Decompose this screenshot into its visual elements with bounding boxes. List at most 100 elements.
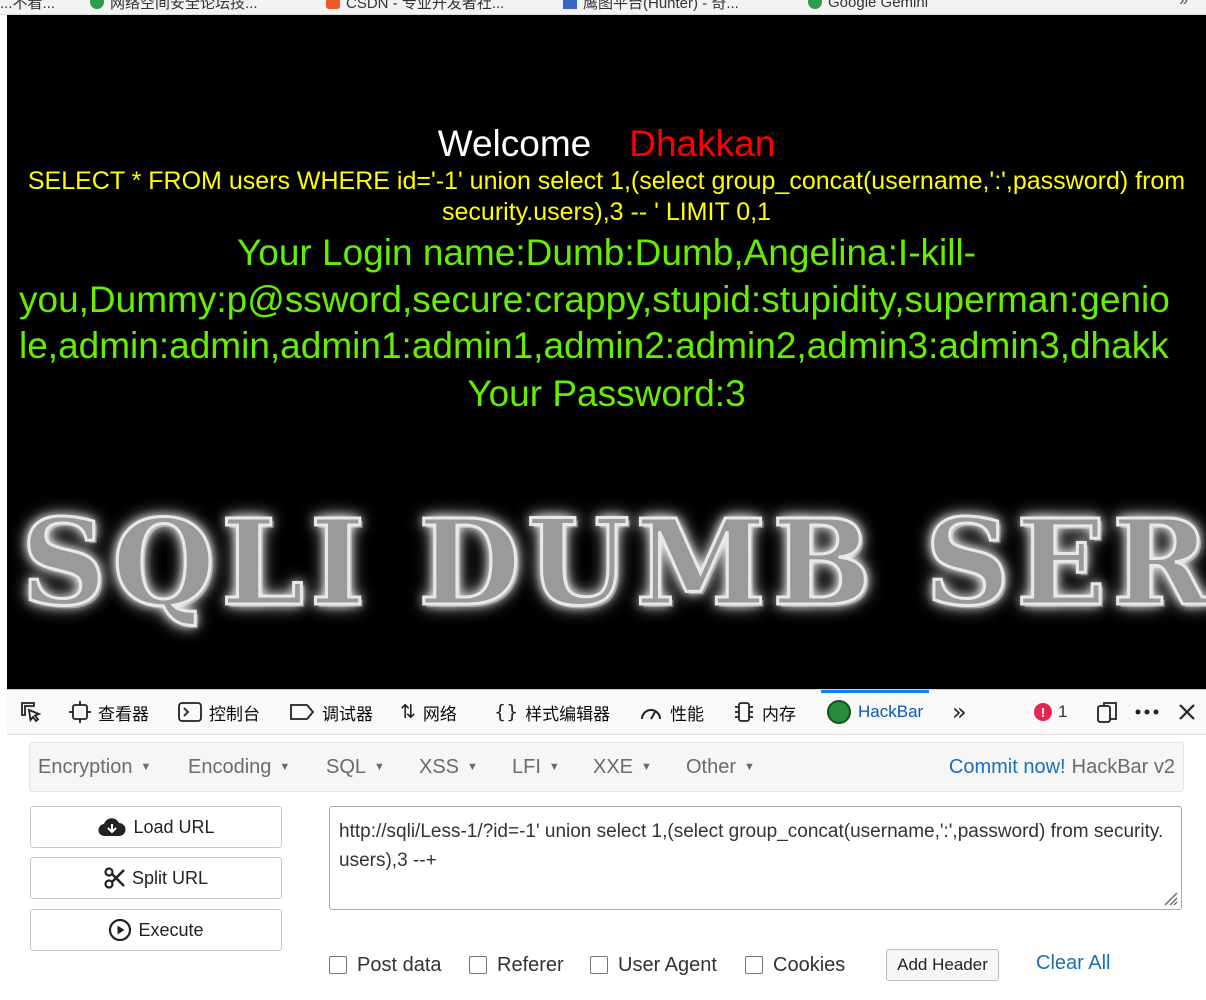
login-name-line: Your Login name:Dumb:Dumb,Angelina:I-kil… [236, 232, 976, 273]
bookmark-item[interactable]: Google Gemini [808, 0, 928, 11]
checkbox-label: User Agent [618, 953, 717, 976]
debugger-icon [290, 704, 315, 720]
commit-banner: Commit now! HackBar v2 [949, 743, 1175, 791]
error-count: 1 [1058, 702, 1068, 721]
url-input[interactable]: http://sqli/Less-1/?id=-1' union select … [329, 806, 1182, 910]
menu-other[interactable]: Other ▼ [686, 743, 755, 791]
bookmark-favicon-icon [808, 0, 822, 9]
referer-checkbox[interactable]: Referer [469, 954, 564, 976]
bookmarks-bar: ...不看... 网络空间安全论坛技... CSDN - 专业开发者社... 鹰… [0, 0, 1206, 15]
bookmark-item[interactable]: 鹰图平台(Hunter) - 奇... [563, 0, 739, 12]
inspector-icon [69, 701, 91, 723]
tab-inspector[interactable]: 查看器 [69, 690, 149, 734]
cloud-download-icon [98, 818, 126, 837]
error-count-badge[interactable]: ! 1 [1034, 690, 1067, 734]
checkbox-label: Referer [497, 953, 564, 976]
button-label: Split URL [131, 867, 209, 888]
clear-all-link[interactable]: Clear All [1036, 952, 1110, 975]
bookmark-label: Google Gemini [828, 0, 929, 11]
button-label: Execute [138, 919, 204, 940]
checkbox-box[interactable] [590, 956, 608, 974]
menu-label: XSS [419, 755, 460, 778]
login-name-line: you,Dummy:p@ssword,secure:crappy,stupid:… [19, 279, 1170, 320]
devtools-panel: 查看器 控制台 调试器 ⇅ 网络 {} 样式编辑器 性能 内存 HackBar [7, 689, 1206, 1000]
hackbar-icon [827, 700, 851, 724]
tab-hackbar[interactable]: HackBar [820, 690, 930, 734]
welcome-user: Dhakkan [629, 123, 776, 164]
bookmark-favicon-icon [90, 0, 104, 9]
tab-label: 查看器 [98, 704, 149, 724]
menu-label: Encoding [188, 755, 272, 778]
element-picker-icon[interactable] [19, 690, 43, 734]
tab-network[interactable]: ⇅ 网络 [400, 690, 457, 734]
menu-encoding[interactable]: Encoding ▼ [188, 743, 290, 791]
close-icon[interactable] [1177, 690, 1197, 734]
caret-down-icon: ▼ [279, 761, 291, 773]
resize-grip-icon[interactable] [1159, 887, 1179, 907]
checkbox-label: Post data [357, 953, 442, 976]
sql-query-line: security.users),3 -- ' LIMIT 0,1 [442, 198, 771, 226]
memory-icon [735, 702, 753, 722]
login-name-line: le,admin:admin,admin1:admin1,admin2:admi… [19, 325, 1169, 366]
more-options-icon[interactable] [1135, 690, 1159, 734]
menu-xss[interactable]: XSS ▼ [419, 743, 478, 791]
tab-label: 控制台 [209, 704, 260, 724]
bookmark-favicon-icon [326, 0, 340, 9]
tab-label: 性能 [670, 704, 704, 724]
commit-link[interactable]: Commit now! [949, 756, 1066, 779]
tab-label: 调试器 [322, 704, 373, 724]
welcome-label: Welcome [437, 123, 592, 164]
tab-label: 内存 [762, 704, 796, 724]
style-editor-icon: {} [494, 701, 519, 723]
menu-encryption[interactable]: Encryption ▼ [38, 743, 151, 791]
load-url-button[interactable]: Load URL [30, 806, 282, 848]
checkbox-box[interactable] [329, 956, 347, 974]
bookmark-item[interactable]: ...不看... [0, 0, 56, 12]
tab-style-editor[interactable]: {} 样式编辑器 [494, 690, 610, 734]
checkbox-box[interactable] [469, 956, 487, 974]
bookmark-label: ...不看... [0, 0, 56, 12]
tab-label: HackBar [858, 702, 924, 721]
menu-sql[interactable]: SQL ▼ [326, 743, 385, 791]
sqli-banner-image: SQLI DUMB SERIES [20, 492, 1206, 634]
devtools-toolbar: 查看器 控制台 调试器 ⇅ 网络 {} 样式编辑器 性能 内存 HackBar [7, 690, 1206, 735]
performance-icon [641, 709, 661, 720]
error-icon: ! [1034, 703, 1052, 721]
bookmark-label: 网络空间安全论坛技... [110, 0, 258, 12]
menu-xxe[interactable]: XXE ▼ [593, 743, 652, 791]
tab-debugger[interactable]: 调试器 [289, 690, 373, 734]
checkbox-label: Cookies [773, 953, 846, 976]
menu-label: LFI [512, 755, 541, 778]
dock-side-icon[interactable] [1095, 690, 1119, 734]
menu-label: Encryption [38, 755, 133, 778]
checkbox-box[interactable] [745, 956, 763, 974]
user-agent-checkbox[interactable]: User Agent [590, 954, 717, 976]
tab-label: 样式编辑器 [525, 704, 611, 724]
bookmark-label: 鹰图平台(Hunter) - 奇... [583, 0, 739, 12]
caret-down-icon: ▼ [641, 761, 652, 773]
hackbar-version: HackBar v2 [1071, 755, 1175, 778]
tab-console[interactable]: 控制台 [178, 690, 260, 734]
menu-lfi[interactable]: LFI ▼ [512, 743, 560, 791]
caret-down-icon: ▼ [374, 761, 385, 773]
bookmark-item[interactable]: CSDN - 专业开发者社... [326, 0, 504, 12]
network-icon: ⇅ [400, 701, 416, 723]
menu-label: Other [686, 755, 737, 778]
split-url-button[interactable]: Split URL [30, 857, 282, 899]
add-header-button[interactable]: Add Header [886, 949, 999, 981]
tab-memory[interactable]: 内存 [733, 690, 796, 734]
caret-down-icon: ▼ [467, 761, 478, 773]
more-tabs-icon[interactable]: » [952, 690, 967, 734]
welcome-heading: Welcome Dhakkan [7, 123, 1206, 165]
url-input-value: http://sqli/Less-1/?id=-1' union select … [339, 821, 1164, 871]
password-line: Your Password:3 [467, 373, 746, 414]
post-data-checkbox[interactable]: Post data [329, 954, 442, 976]
caret-down-icon: ▼ [548, 761, 560, 773]
bookmark-item[interactable]: 网络空间安全论坛技... [90, 0, 258, 12]
menu-label: XXE [593, 755, 634, 778]
execute-button[interactable]: Execute [30, 909, 282, 951]
tab-performance[interactable]: 性能 [639, 690, 704, 734]
cookies-checkbox[interactable]: Cookies [745, 954, 845, 976]
bookmark-favicon-icon [563, 0, 577, 9]
bookmarks-overflow-icon[interactable]: » [1179, 0, 1188, 10]
